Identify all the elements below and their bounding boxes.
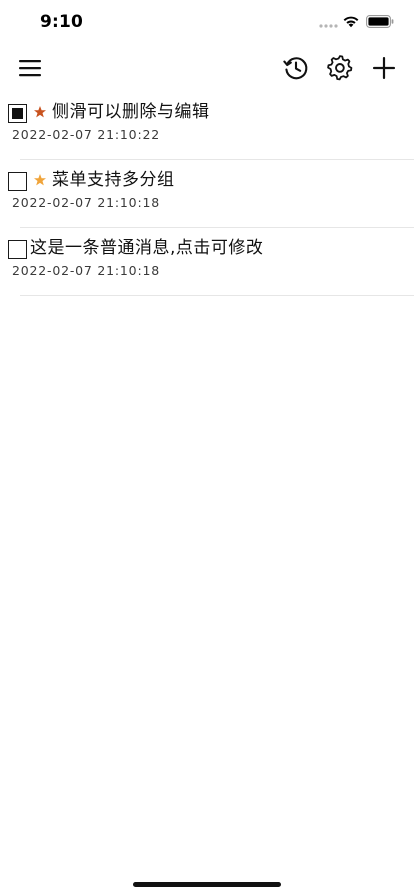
message-item[interactable]: 这是一条普通消息,点击可修改 2022-02-07 21:10:18	[0, 228, 414, 296]
item-title: 侧滑可以删除与编辑	[52, 102, 210, 122]
hamburger-menu-icon	[19, 60, 41, 77]
battery-icon	[366, 15, 394, 28]
message-list: 侧滑可以删除与编辑 2022-02-07 21:10:22 菜单支持多分组 20…	[0, 92, 414, 296]
plus-icon	[373, 57, 395, 79]
history-button[interactable]	[280, 52, 312, 84]
message-item[interactable]: 菜单支持多分组 2022-02-07 21:10:18	[0, 160, 414, 228]
nav-bar	[0, 44, 414, 92]
wifi-icon	[343, 16, 359, 28]
checkbox-fill	[12, 108, 23, 119]
cellular-signal-icon	[319, 24, 338, 28]
item-timestamp: 2022-02-07 21:10:22	[12, 127, 160, 142]
item-timestamp: 2022-02-07 21:10:18	[12, 263, 160, 278]
status-bar: 9:10	[0, 0, 414, 44]
history-clock-icon	[283, 57, 308, 80]
home-indicator	[133, 882, 281, 887]
message-item[interactable]: 侧滑可以删除与编辑 2022-02-07 21:10:22	[0, 92, 414, 160]
item-divider	[20, 295, 414, 296]
item-checkbox[interactable]	[8, 240, 27, 259]
item-timestamp: 2022-02-07 21:10:18	[12, 195, 160, 210]
status-time: 9:10	[40, 12, 84, 32]
item-title: 这是一条普通消息,点击可修改	[30, 238, 264, 258]
settings-button[interactable]	[324, 52, 356, 84]
gear-icon	[327, 55, 353, 81]
item-checkbox[interactable]	[8, 104, 27, 123]
item-checkbox[interactable]	[8, 172, 27, 191]
star-shape	[34, 106, 46, 118]
star-shape	[34, 174, 46, 186]
menu-button[interactable]	[14, 52, 46, 84]
app-screen: 9:10 侧滑可以删除与编辑 2022-02-07 21:10:22 菜单支持多…	[0, 0, 414, 896]
item-title: 菜单支持多分组	[52, 170, 175, 190]
add-button[interactable]	[368, 52, 400, 84]
star-icon	[34, 174, 46, 186]
star-icon	[34, 106, 46, 118]
